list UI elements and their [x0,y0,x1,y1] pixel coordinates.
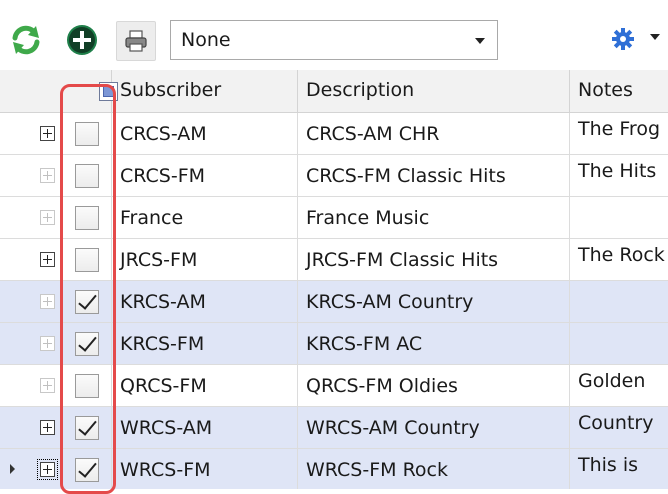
notes-cell[interactable]: Golden [570,365,668,406]
description-cell[interactable]: CRCS-FM Classic Hits [298,155,570,196]
settings-button[interactable] [608,24,638,54]
description-cell[interactable]: KRCS-AM Country [298,281,570,322]
table-row[interactable]: France France Music [0,197,668,239]
row-indicator-cell [0,323,34,364]
row-indicator-cell [0,407,34,448]
notes-cell[interactable] [570,323,668,364]
subscriber-cell[interactable]: JRCS-FM [112,239,298,280]
subscriber-cell[interactable]: France [112,197,298,238]
description-cell[interactable]: QRCS-FM Oldies [298,365,570,406]
row-checkbox[interactable] [75,374,99,398]
add-circle-icon [67,25,97,55]
row-checkbox[interactable] [75,248,99,272]
refresh-button[interactable] [8,22,44,58]
notes-cell[interactable]: The Rock [570,239,668,280]
settings-dropdown-arrow[interactable] [650,34,660,40]
subscriber-cell[interactable]: CRCS-AM [112,113,298,154]
table-row[interactable]: WRCS-AM WRCS-AM Country Country [0,407,668,449]
table-row[interactable]: WRCS-FM WRCS-FM Rock This is [0,449,668,489]
add-button[interactable] [64,22,100,58]
table-row[interactable]: CRCS-FM CRCS-FM Classic Hits The Hits [0,155,668,197]
header-indicator-column [0,70,34,112]
description-cell[interactable]: France Music [298,197,570,238]
row-indicator-cell [0,239,34,280]
table-row[interactable]: JRCS-FM JRCS-FM Classic Hits The Rock [0,239,668,281]
row-checkbox[interactable] [75,416,99,440]
table-row[interactable]: KRCS-FM KRCS-FM AC [0,323,668,365]
row-indicator-cell [0,365,34,406]
toolbar: None [0,0,668,76]
subscriber-cell[interactable]: CRCS-FM [112,155,298,196]
filter-dropdown[interactable]: None [170,20,498,60]
print-icon [125,30,147,52]
row-checkbox[interactable] [75,458,99,482]
notes-cell[interactable] [570,281,668,322]
description-cell[interactable]: WRCS-AM Country [298,407,570,448]
header-notes[interactable]: Notes [570,70,668,112]
expand-row-icon[interactable] [40,126,55,141]
gear-icon [612,28,634,50]
expand-row-icon[interactable] [40,252,55,267]
table-row[interactable]: CRCS-AM CRCS-AM CHR The Frog [0,113,668,155]
refresh-icon [12,25,40,55]
description-cell[interactable]: KRCS-FM AC [298,323,570,364]
notes-cell[interactable]: The Frog [570,113,668,154]
subscriber-cell[interactable]: WRCS-FM [112,449,298,489]
row-checkbox[interactable] [75,206,99,230]
expand-row-icon[interactable] [37,459,58,480]
row-indicator-cell [0,113,34,154]
header-subscriber[interactable]: Subscriber [112,70,298,112]
row-indicator-cell [0,155,34,196]
subscriber-cell[interactable]: KRCS-FM [112,323,298,364]
row-indicator-cell [0,197,34,238]
subscriber-cell[interactable]: KRCS-AM [112,281,298,322]
description-cell[interactable]: CRCS-AM CHR [298,113,570,154]
description-cell[interactable]: WRCS-FM Rock [298,449,570,489]
description-cell[interactable]: JRCS-FM Classic Hits [298,239,570,280]
row-checkbox[interactable] [75,122,99,146]
current-row-arrow-icon [10,464,15,474]
row-checkbox[interactable] [75,164,99,188]
row-checkbox[interactable] [75,290,99,314]
notes-cell[interactable]: Country [570,407,668,448]
expand-row-icon[interactable] [40,336,55,351]
grid-header: Subscriber Description Notes [0,70,668,113]
expand-row-icon[interactable] [40,168,55,183]
header-description[interactable]: Description [298,70,570,112]
notes-cell[interactable] [570,197,668,238]
expand-row-icon[interactable] [40,420,55,435]
row-indicator-cell [0,281,34,322]
notes-cell[interactable]: This is [570,449,668,489]
print-button[interactable] [116,21,156,61]
expand-row-icon[interactable] [40,294,55,309]
header-select-column[interactable] [34,70,118,112]
subscriber-grid: Subscriber Description Notes CRCS-AM CRCS… [0,70,668,489]
chevron-down-icon [475,38,485,44]
filter-value: None [181,29,231,51]
subscriber-cell[interactable]: WRCS-AM [112,407,298,448]
expand-row-icon[interactable] [40,378,55,393]
row-checkbox[interactable] [75,332,99,356]
row-indicator-cell [0,449,34,489]
table-row[interactable]: QRCS-FM QRCS-FM Oldies Golden [0,365,668,407]
notes-cell[interactable]: The Hits [570,155,668,196]
expand-row-icon[interactable] [40,210,55,225]
table-row[interactable]: KRCS-AM KRCS-AM Country [0,281,668,323]
subscriber-cell[interactable]: QRCS-FM [112,365,298,406]
